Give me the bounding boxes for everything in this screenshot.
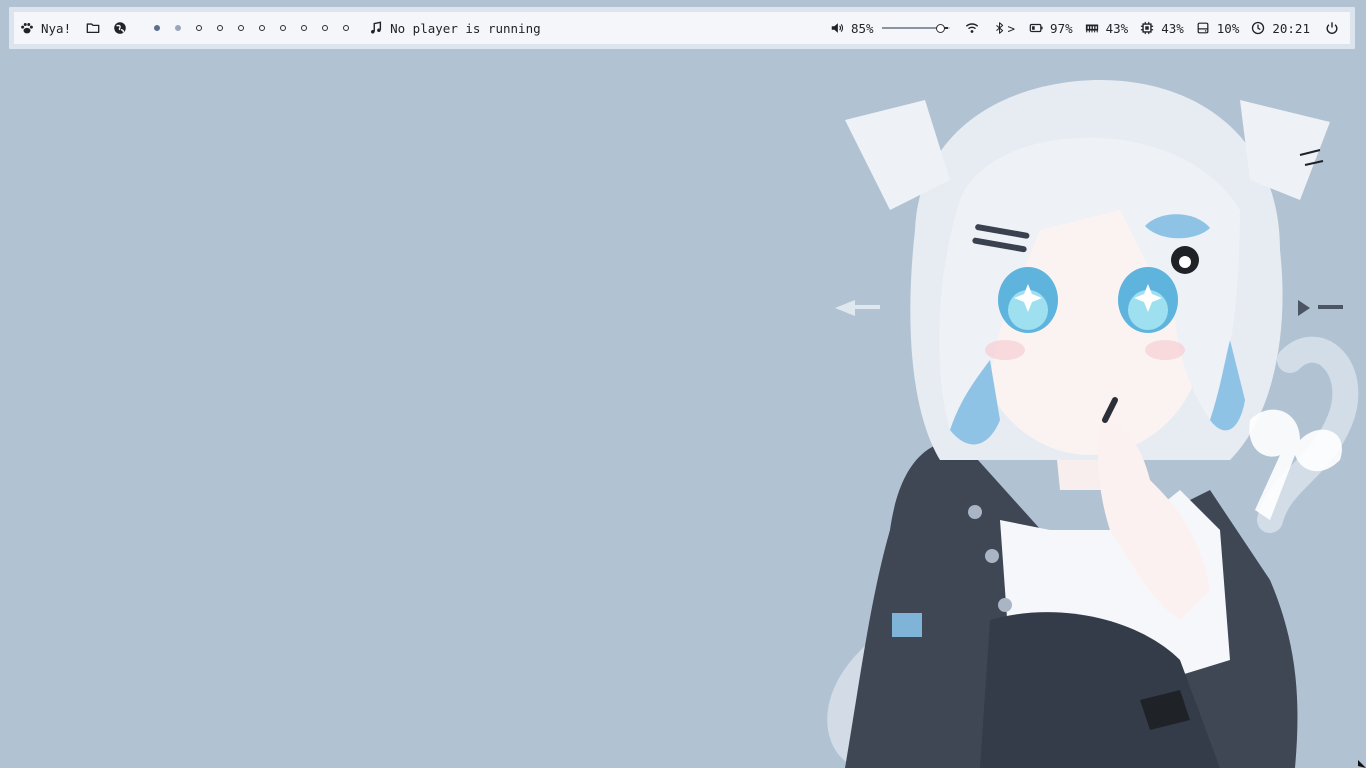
battery-module[interactable]: 97%: [1028, 20, 1073, 36]
paw-icon: [19, 20, 35, 36]
launcher-label: Nya!: [41, 20, 72, 36]
bar-left-section: Nya! No player is running: [14, 12, 541, 44]
memory-module[interactable]: 43%: [1084, 20, 1129, 36]
volume-module[interactable]: 85%: [829, 20, 964, 36]
workspace-indicator-icon: [300, 25, 307, 31]
workspace-10[interactable]: [335, 25, 356, 31]
cpu-module[interactable]: 43%: [1139, 20, 1184, 36]
wifi-icon: [964, 20, 980, 36]
workspace-1[interactable]: [146, 25, 167, 31]
workspace-indicator-icon: [216, 25, 223, 31]
battery-percent: 97%: [1050, 20, 1073, 36]
power-button[interactable]: [1324, 20, 1340, 36]
workspace-6[interactable]: [251, 25, 272, 31]
wifi-module[interactable]: [964, 20, 980, 36]
workspace-indicator-icon: [258, 25, 265, 31]
workspace-2[interactable]: [167, 25, 188, 31]
workspace-indicator-icon: [237, 25, 244, 31]
workspace-3[interactable]: [188, 25, 209, 31]
bluetooth-status: >: [1007, 20, 1016, 36]
bluetooth-icon: [992, 20, 1008, 36]
disk-percent: 10%: [1216, 20, 1240, 36]
desktop: Nya! No player is running 85% > 97% 43% …: [0, 0, 1366, 768]
clock-module[interactable]: 20:21: [1250, 20, 1310, 36]
cpu-icon: [1139, 20, 1155, 36]
workspace-8[interactable]: [293, 25, 314, 31]
wallpaper-illustration: [827, 80, 1359, 768]
battery-icon: [1028, 20, 1044, 36]
workspace-4[interactable]: [209, 25, 230, 31]
bar-right-section: 85% > 97% 43% 43% 10% 20:21: [829, 12, 1350, 44]
workspace-indicator-icon: [321, 25, 328, 31]
workspace-7[interactable]: [272, 25, 293, 31]
bluetooth-module[interactable]: >: [992, 20, 1016, 36]
memory-icon: [1084, 20, 1100, 36]
globe-icon: [112, 20, 128, 36]
browser-button[interactable]: [112, 20, 128, 36]
workspace-switcher: [146, 25, 356, 31]
clock-time: 20:21: [1272, 20, 1310, 36]
workspace-5[interactable]: [230, 25, 251, 31]
speaker-icon: [829, 20, 845, 36]
media-status-label: No player is running: [390, 20, 541, 36]
disk-icon: [1195, 20, 1211, 36]
mouse-cursor-icon: [1358, 760, 1366, 768]
status-bar: Nya! No player is running 85% > 97% 43% …: [14, 12, 1350, 44]
top-bar-frame: Nya! No player is running 85% > 97% 43% …: [9, 7, 1355, 49]
workspace-indicator-icon: [342, 25, 349, 31]
workspace-9[interactable]: [314, 25, 335, 31]
cpu-percent: 43%: [1161, 20, 1184, 36]
workspace-indicator-icon: [153, 25, 160, 31]
power-icon: [1324, 20, 1340, 36]
folder-icon: [85, 20, 101, 36]
disk-module[interactable]: 10%: [1195, 20, 1240, 36]
files-button[interactable]: [85, 20, 101, 36]
workspace-indicator-icon: [279, 25, 286, 31]
volume-slider[interactable]: [881, 24, 950, 33]
workspace-indicator-icon: [195, 25, 202, 31]
volume-percent: 85%: [850, 20, 874, 36]
clock-icon: [1250, 20, 1266, 36]
launcher-button[interactable]: Nya!: [19, 20, 71, 36]
music-note-icon: [368, 20, 384, 36]
workspace-indicator-icon: [174, 25, 181, 31]
memory-percent: 43%: [1105, 20, 1129, 36]
media-player-module[interactable]: No player is running: [368, 20, 541, 36]
